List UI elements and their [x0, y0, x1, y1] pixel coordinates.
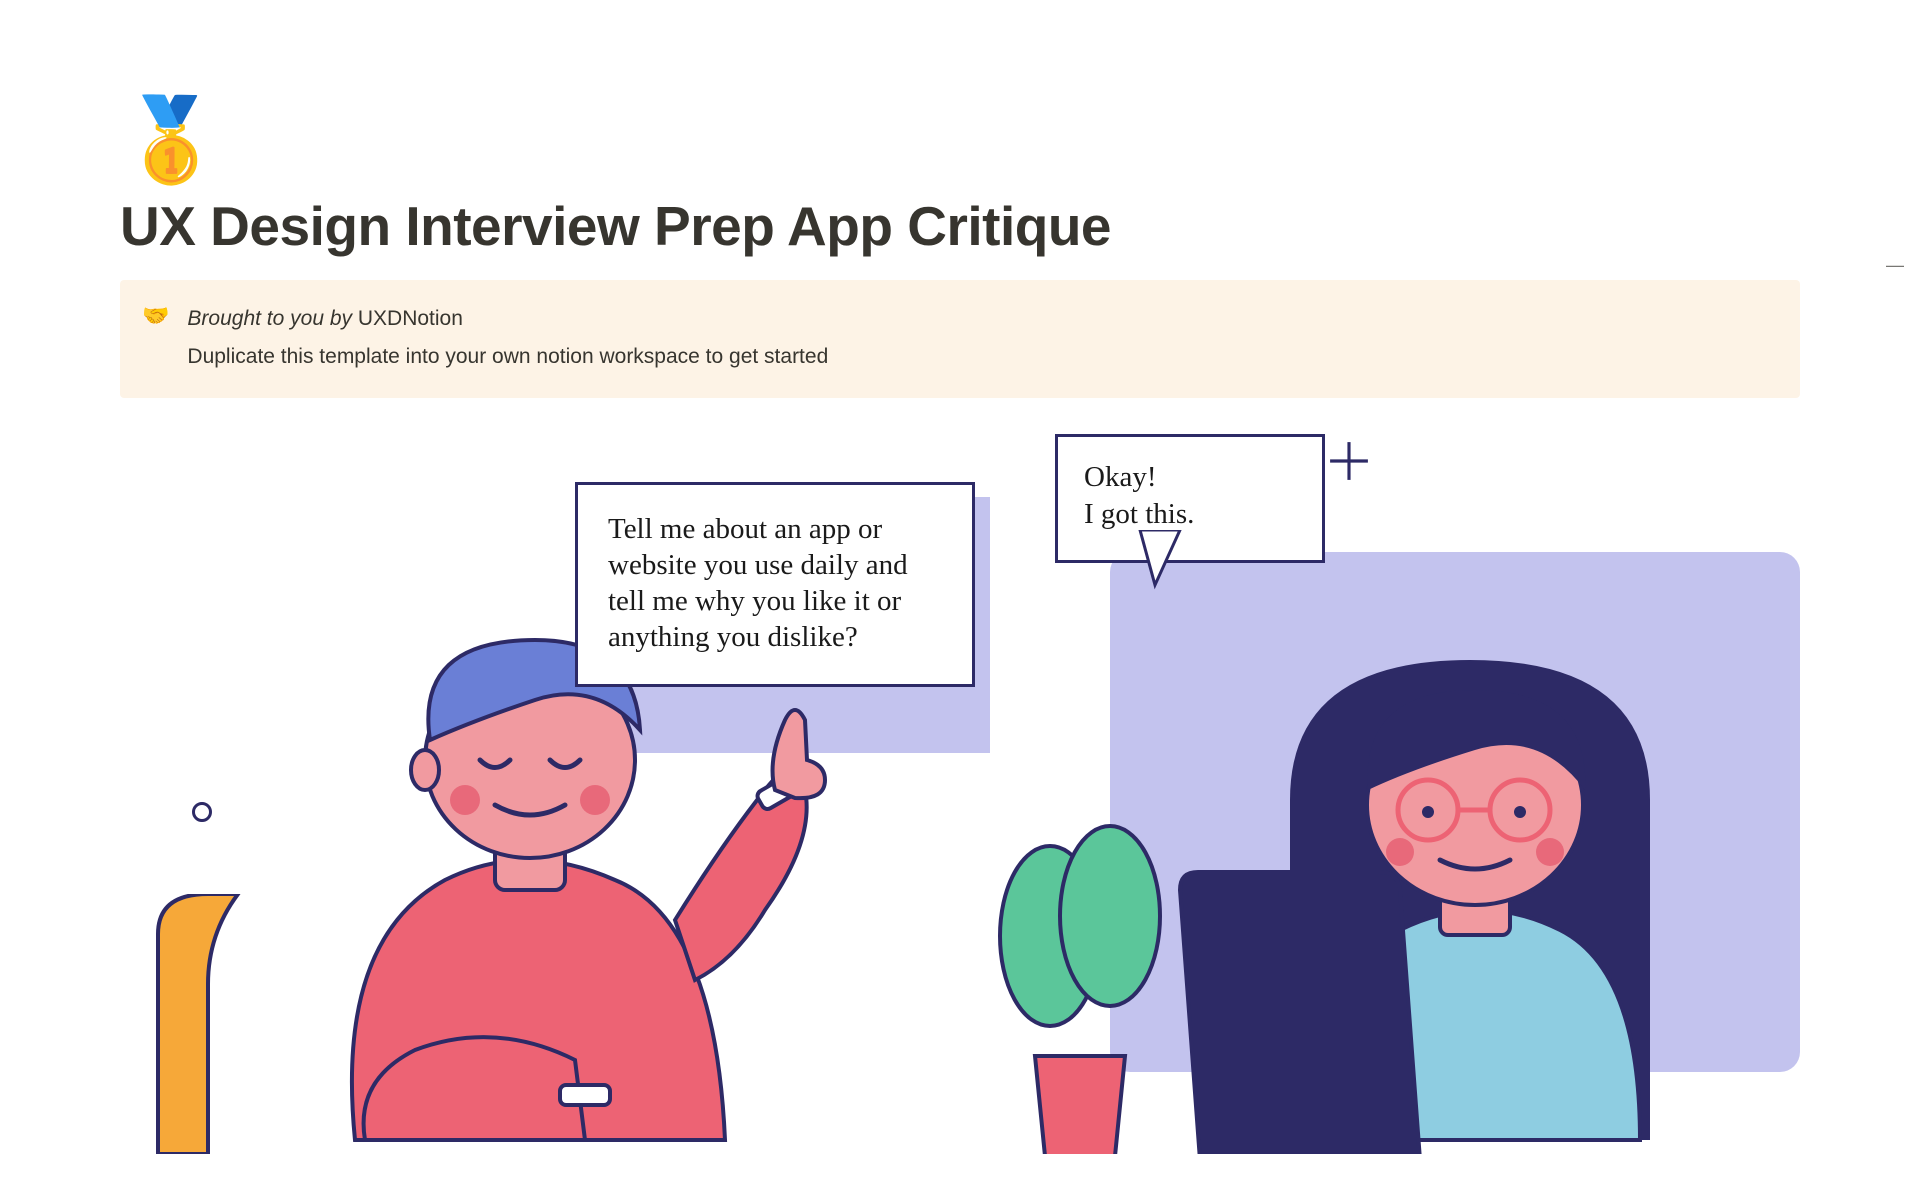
plus-decor-icon [1328, 440, 1370, 482]
page-container: 🥇 UX Design Interview Prep App Critique … [0, 0, 1920, 1182]
hero-illustration: Tell me about an app or website you use … [120, 422, 1800, 1182]
callout-box: 🤝 Brought to you by UXDNotion Duplicate … [120, 280, 1800, 398]
callout-subtext: Duplicate this template into your own no… [187, 338, 828, 376]
callout-byline: Brought to you by UXDNotion [187, 300, 828, 338]
tablet-graphic [1170, 860, 1430, 1160]
page-title: UX Design Interview Prep App Critique [120, 194, 1800, 258]
handshake-icon: 🤝 [142, 302, 169, 331]
circle-decor-icon [192, 802, 212, 822]
collapse-indicator[interactable]: — [1886, 255, 1904, 276]
callout-body: Brought to you by UXDNotion Duplicate th… [187, 300, 828, 376]
desk-graphic [160, 1154, 1620, 1182]
speech-bubble-interviewee: Okay! I got this. [1055, 434, 1325, 563]
callout-author: UXDNotion [358, 307, 463, 330]
bubble2-tail [1130, 530, 1190, 590]
callout-byline-prefix: Brought to you by [187, 307, 357, 330]
plant-graphic [980, 786, 1180, 1166]
speech-bubble-interviewer: Tell me about an app or website you use … [575, 482, 975, 687]
bubble2-text: Okay! I got this. [1084, 459, 1296, 534]
page-icon[interactable]: 🥇 [120, 100, 1800, 182]
bubble1-text: Tell me about an app or website you use … [608, 511, 942, 656]
